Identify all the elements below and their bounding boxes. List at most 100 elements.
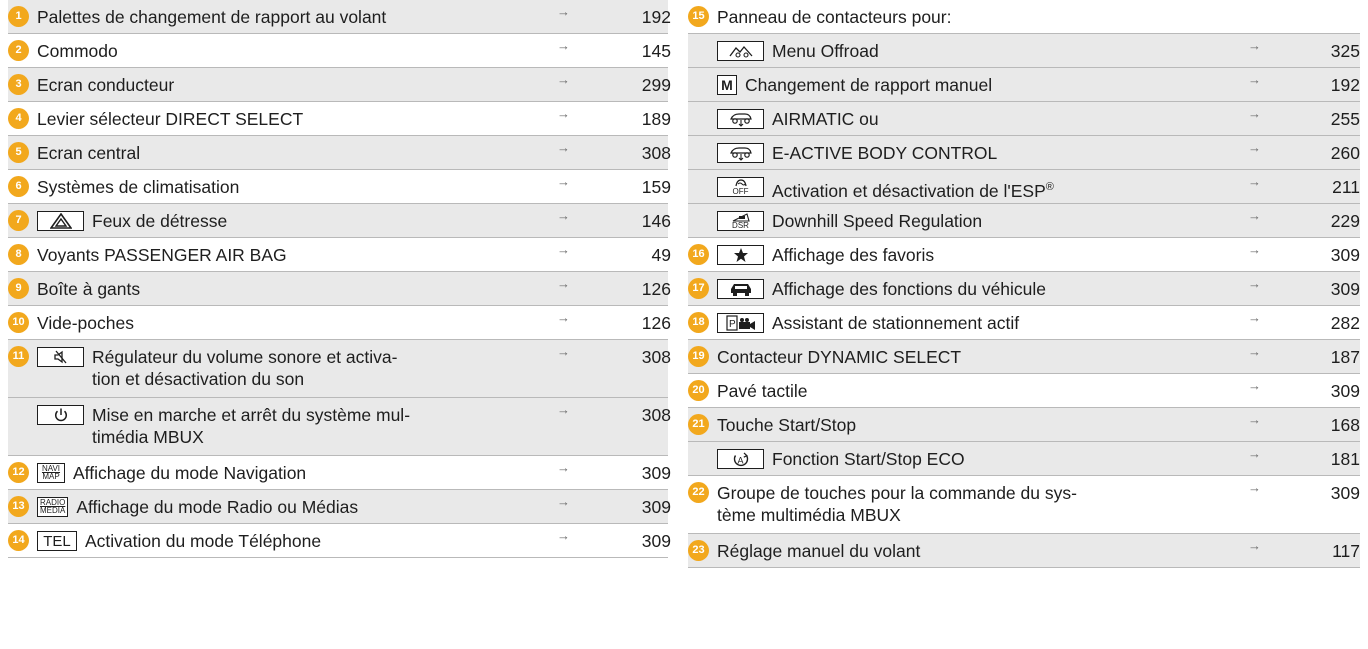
- list-item: A Fonction Start/Stop ECO → 181: [688, 442, 1360, 476]
- page-number[interactable]: 299: [577, 74, 671, 96]
- list-item: 7 Feux de détresse → 146: [8, 204, 671, 238]
- item-label: Panneau de contacteurs pour:: [717, 7, 952, 27]
- item-label: Boîte à gants: [37, 279, 141, 299]
- page-number[interactable]: 325: [1268, 40, 1360, 62]
- page-number[interactable]: 309: [577, 496, 671, 518]
- page-number[interactable]: 168: [1268, 414, 1360, 436]
- item-label: Commodo: [37, 41, 118, 61]
- page-number[interactable]: 181: [1268, 448, 1360, 470]
- reference-arrow: →: [557, 72, 570, 87]
- page-number[interactable]: 145: [577, 40, 671, 62]
- list-item: 6 Systèmes de climatisation → 159: [8, 170, 671, 204]
- start-stop-eco-icon: A: [717, 449, 764, 469]
- item-label-line-2: tème multimédia MBUX: [717, 505, 901, 525]
- page-number[interactable]: 282: [1268, 312, 1360, 334]
- list-item: 22 Groupe de touches pour la commande du…: [688, 476, 1360, 534]
- reference-arrow: →: [557, 242, 570, 257]
- suspension-level-icon: [717, 143, 764, 163]
- list-item: Mise en marche et arrêt du système mul- …: [8, 398, 671, 456]
- number-badge: 19: [688, 346, 709, 367]
- star-icon: [717, 245, 764, 265]
- number-badge: 3: [8, 74, 29, 95]
- car-icon: [717, 279, 764, 299]
- number-badge: 17: [688, 278, 709, 299]
- hazard-warning-icon: [37, 211, 84, 231]
- page-number[interactable]: 126: [577, 278, 671, 300]
- reference-arrow: →: [1248, 106, 1261, 121]
- item-label-line-2: tion et désactivation du son: [92, 369, 305, 389]
- number-badge: 11: [8, 346, 29, 367]
- right-index-column: 15 Panneau de contacteurs pour: Menu Off…: [688, 0, 1360, 568]
- number-badge: 8: [8, 244, 29, 265]
- svg-text:A: A: [737, 456, 743, 466]
- page-number[interactable]: 309: [1268, 380, 1360, 402]
- parking-camera-icon: P: [717, 313, 764, 333]
- list-item: M Changement de rapport manuel → 192: [688, 68, 1360, 102]
- esp-off-icon: OFF: [717, 177, 764, 197]
- item-label: Affichage du mode Navigation: [73, 463, 307, 483]
- list-item: 5 Ecran central → 308: [8, 136, 671, 170]
- page-number[interactable]: 308: [577, 142, 671, 164]
- page-number[interactable]: 308: [577, 346, 671, 368]
- list-item: 13 RADIO MEDIA Affichage du mode Radio o…: [8, 490, 671, 524]
- page-number[interactable]: 309: [1268, 482, 1360, 504]
- page-number[interactable]: 146: [577, 210, 671, 232]
- page-number[interactable]: 309: [577, 462, 671, 484]
- tel-key-icon: TEL: [37, 531, 77, 551]
- reference-arrow: →: [1248, 208, 1261, 223]
- page-number[interactable]: 229: [1268, 210, 1360, 232]
- page-number[interactable]: 192: [577, 6, 671, 28]
- page-number[interactable]: 117: [1268, 540, 1360, 562]
- number-badge: 14: [8, 530, 29, 551]
- reference-arrow: →: [557, 528, 570, 543]
- reference-arrow: →: [1248, 174, 1261, 189]
- page-number[interactable]: 309: [577, 530, 671, 552]
- page-number[interactable]: 260: [1268, 142, 1360, 164]
- page-number[interactable]: 255: [1268, 108, 1360, 130]
- list-item: 17 Affichage des fonctions du véhicule →…: [688, 272, 1360, 306]
- page-number[interactable]: 309: [1268, 244, 1360, 266]
- list-item: 11 Régulateur du volume sonore et activa…: [8, 340, 671, 398]
- number-badge: 21: [688, 414, 709, 435]
- item-label-line-1: Régulateur du volume sonore et activa-: [92, 347, 398, 367]
- reference-arrow: →: [1248, 344, 1261, 359]
- svg-text:P: P: [729, 319, 736, 330]
- reference-arrow: →: [1248, 140, 1261, 155]
- number-badge: 16: [688, 244, 709, 265]
- list-item: 20 Pavé tactile → 309: [688, 374, 1360, 408]
- page-number[interactable]: 49: [577, 244, 671, 266]
- page-number[interactable]: 308: [577, 404, 671, 426]
- reference-arrow: →: [1248, 378, 1261, 393]
- list-item: AIRMATIC ou → 255: [688, 102, 1360, 136]
- item-label: Touche Start/Stop: [717, 415, 857, 435]
- reference-arrow: →: [1248, 276, 1261, 291]
- number-badge: 6: [8, 176, 29, 197]
- list-item: 18 P Assistant de stationnement actif → …: [688, 306, 1360, 340]
- reference-arrow: →: [1248, 538, 1261, 553]
- item-label: Menu Offroad: [772, 41, 879, 61]
- page-number[interactable]: 189: [577, 108, 671, 130]
- list-item: 9 Boîte à gants → 126: [8, 272, 671, 306]
- page-number[interactable]: 211: [1268, 176, 1360, 198]
- list-item: 4 Levier sélecteur DIRECT SELECT → 189: [8, 102, 671, 136]
- page-number[interactable]: 309: [1268, 278, 1360, 300]
- item-label: Activation et désactivation de l'ESP: [772, 180, 1046, 201]
- reference-arrow: →: [1248, 242, 1261, 257]
- reference-arrow: →: [1248, 480, 1261, 495]
- item-label: Downhill Speed Regulation: [772, 211, 983, 231]
- reference-arrow: →: [557, 494, 570, 509]
- page-number[interactable]: 192: [1268, 74, 1360, 96]
- registered-mark: ®: [1045, 181, 1054, 193]
- item-label: Feux de détresse: [92, 211, 228, 231]
- list-item: 12 NAVI MAP Affichage du mode Navigation…: [8, 456, 671, 490]
- item-label: Ecran central: [37, 143, 141, 163]
- item-label: Assistant de stationnement actif: [772, 313, 1020, 333]
- page-number[interactable]: 159: [577, 176, 671, 198]
- reference-arrow: →: [1248, 412, 1261, 427]
- offroad-icon: [717, 41, 764, 61]
- page-number[interactable]: 126: [577, 312, 671, 334]
- number-badge: 23: [688, 540, 709, 561]
- page-number[interactable]: 187: [1268, 346, 1360, 368]
- power-icon: [37, 405, 84, 425]
- list-item: 23 Réglage manuel du volant → 117: [688, 534, 1360, 568]
